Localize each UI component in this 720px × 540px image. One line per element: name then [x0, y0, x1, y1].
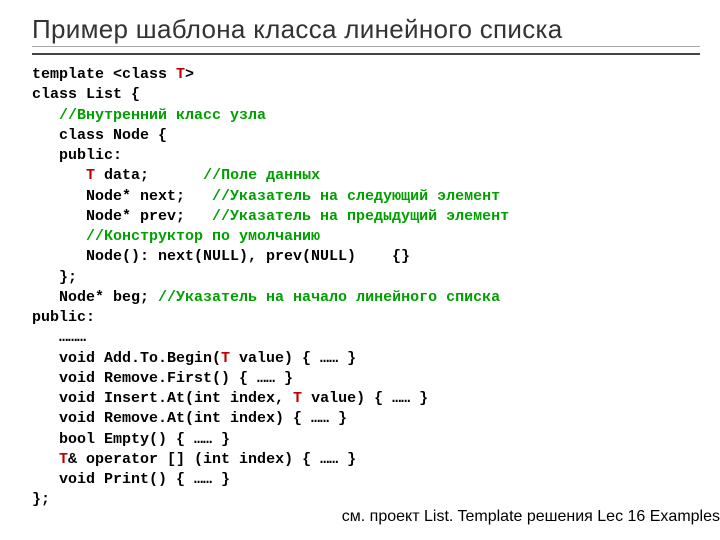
code-block: template <class T> class List { //Внутре… [32, 65, 700, 511]
code-line: }; [32, 491, 50, 508]
code-line [32, 167, 86, 184]
type-param: T [59, 451, 68, 468]
type-param: T [176, 66, 185, 83]
code-line: data; [95, 167, 203, 184]
code-line: void Remove.At(int index) { …… } [32, 410, 347, 427]
code-line: class Node { [32, 127, 167, 144]
code-line: & operator [] (int index) { …… } [68, 451, 356, 468]
code-line: value) { …… } [230, 350, 356, 367]
code-line: template <class [32, 66, 176, 83]
code-line: class List { [32, 86, 140, 103]
code-line: bool Empty() { …… } [32, 431, 230, 448]
slide-title: Пример шаблона класса линейного списка [32, 14, 700, 55]
code-line: void Print() { …… } [32, 471, 230, 488]
code-line [32, 451, 59, 468]
code-line: Node(): next(NULL), prev(NULL) {} [32, 248, 410, 265]
comment: //Конструктор по умолчанию [32, 228, 320, 245]
slide-container: Пример шаблона класса линейного списка t… [0, 0, 720, 540]
code-line: > [185, 66, 194, 83]
code-line: ……… [32, 329, 86, 346]
code-line: Node* beg; [32, 289, 158, 306]
code-line: Node* next; [32, 188, 212, 205]
code-line: value) { …… } [302, 390, 428, 407]
code-line: public: [32, 309, 95, 326]
type-param: T [86, 167, 95, 184]
code-line: void Insert.At(int index, [32, 390, 293, 407]
code-line: void Remove.First() { …… } [32, 370, 293, 387]
code-line: Node* prev; [32, 208, 212, 225]
comment: //Указатель на следующий элемент [212, 188, 500, 205]
code-line: void Add.To.Begin( [32, 350, 221, 367]
type-param: T [293, 390, 302, 407]
comment: //Поле данных [203, 167, 320, 184]
type-param: T [221, 350, 230, 367]
comment: //Указатель на предыдущий элемент [212, 208, 509, 225]
code-line: public: [32, 147, 122, 164]
footer-note: см. проект List. Template решения Lec 16… [342, 508, 720, 526]
comment: //Указатель на начало линейного списка [158, 289, 500, 306]
comment: //Внутренний класс узла [32, 107, 266, 124]
code-line: }; [32, 269, 77, 286]
